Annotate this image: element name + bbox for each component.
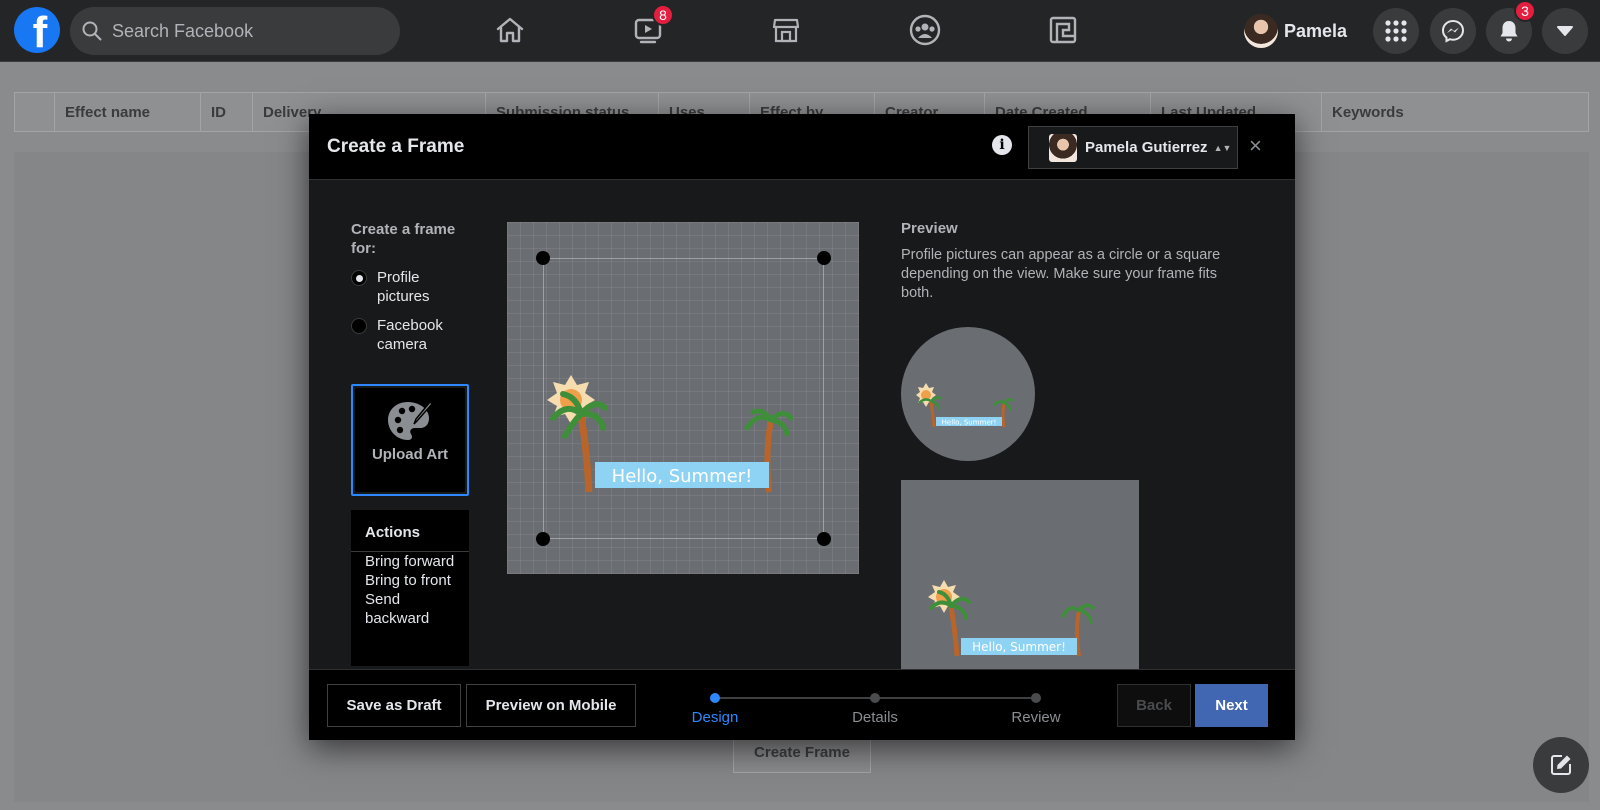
avatar (1049, 133, 1077, 162)
profile-shortcut[interactable]: Pamela (1244, 10, 1347, 52)
palette-icon (388, 400, 434, 440)
marketplace-tab[interactable] (764, 10, 808, 50)
dialog-header: Create a Frame i Pamela Gutierrez ▲▼ × (309, 114, 1295, 180)
radio-button[interactable] (351, 318, 367, 334)
option-facebook-camera[interactable]: Facebook camera (351, 316, 469, 354)
info-icon[interactable]: i (992, 135, 1012, 155)
account-name: Pamela Gutierrez (1085, 139, 1208, 156)
save-draft-button[interactable]: Save as Draft (327, 684, 461, 727)
messenger-button[interactable] (1430, 8, 1476, 54)
option-profile-pictures[interactable]: Profile pictures (351, 268, 469, 306)
close-icon[interactable]: × (1249, 135, 1262, 157)
preview-title: Preview (901, 220, 958, 237)
create-frame-dialog: Create a Frame i Pamela Gutierrez ▲▼ × C… (309, 114, 1295, 740)
step-dot-details (870, 693, 880, 703)
caret-icon: ▲▼ (1213, 142, 1232, 153)
top-navigation: f 8 Pamela 3 (0, 0, 1600, 62)
option-label: Profile pictures (377, 269, 430, 305)
avatar (1244, 14, 1278, 48)
chevron-down-icon (1557, 26, 1573, 36)
actions-title: Actions (351, 510, 469, 552)
actions-panel: Actions Bring forward Bring to front Sen… (351, 510, 469, 666)
upload-art-label: Upload Art (371, 446, 449, 463)
notifications-button[interactable]: 3 (1486, 0, 1536, 54)
next-button[interactable]: Next (1195, 684, 1268, 727)
grid-menu-icon (1385, 20, 1407, 42)
preview-description: Profile pictures can appear as a circle … (901, 247, 1221, 301)
art-text-small: Hello, Summer! (942, 419, 997, 427)
create-for-label: Create a frame for: (351, 221, 456, 257)
bell-icon (1500, 21, 1518, 42)
search-icon (82, 21, 102, 41)
messenger-icon (1441, 19, 1465, 43)
account-menu-button[interactable] (1542, 8, 1588, 54)
summer-frame-art: Hello, Summer! (547, 375, 794, 493)
upload-art-button[interactable]: Upload Art (351, 384, 469, 496)
search-input[interactable] (112, 20, 372, 42)
square-preview-art: Hello, Summer! (928, 580, 1095, 657)
home-icon (496, 17, 524, 43)
gaming-tab[interactable] (1041, 10, 1085, 50)
watch-tab[interactable]: 8 (626, 4, 674, 50)
profile-name: Pamela (1284, 20, 1348, 41)
groups-tab[interactable] (903, 10, 947, 50)
compose-button[interactable] (1533, 737, 1589, 793)
gaming-icon (1049, 16, 1077, 44)
column-header[interactable]: ID (201, 93, 253, 131)
frame-type-options: Create a frame for: Profile pictures Fac… (351, 220, 469, 354)
square-preview: Hello, Summer! (901, 480, 1139, 670)
back-button[interactable]: Back (1117, 684, 1191, 727)
search-bar[interactable] (70, 7, 400, 55)
action-bring-forward[interactable]: Bring forward (351, 552, 469, 571)
menu-button[interactable] (1373, 8, 1419, 54)
groups-icon (909, 14, 941, 46)
dialog-footer: Save as Draft Preview on Mobile Design D… (309, 669, 1295, 740)
design-canvas[interactable]: Hello, Summer! (507, 222, 859, 574)
column-header[interactable]: Keywords (1322, 93, 1588, 131)
step-design[interactable]: Design (675, 709, 755, 726)
action-bring-to-front[interactable]: Bring to front (351, 571, 469, 590)
step-details[interactable]: Details (835, 709, 915, 726)
circle-preview-art: Hello, Summer! (916, 383, 1014, 428)
notifications-badge: 3 (1514, 0, 1536, 22)
home-tab[interactable] (488, 10, 532, 50)
account-selector[interactable]: Pamela Gutierrez ▲▼ (1028, 126, 1238, 169)
facebook-logo[interactable]: f (14, 7, 60, 53)
marketplace-icon (772, 18, 800, 43)
action-send-backward[interactable]: Send backward (351, 590, 469, 628)
art-text-medium: Hello, Summer! (972, 640, 1066, 654)
preview-mobile-button[interactable]: Preview on Mobile (466, 684, 636, 727)
step-dot-review (1031, 693, 1041, 703)
circle-preview: Hello, Summer! (901, 327, 1035, 461)
dialog-title: Create a Frame (327, 136, 465, 157)
option-label: Facebook camera (377, 317, 443, 353)
step-dot-design (710, 693, 720, 703)
column-header[interactable]: Effect name (55, 93, 201, 131)
column-header (15, 93, 55, 131)
art-text: Hello, Summer! (612, 466, 753, 487)
watch-badge: 8 (652, 4, 674, 26)
radio-button[interactable] (351, 270, 367, 286)
preview-section: Preview Profile pictures can appear as a… (901, 220, 1241, 303)
compose-icon (1551, 755, 1571, 775)
step-review[interactable]: Review (996, 709, 1076, 726)
